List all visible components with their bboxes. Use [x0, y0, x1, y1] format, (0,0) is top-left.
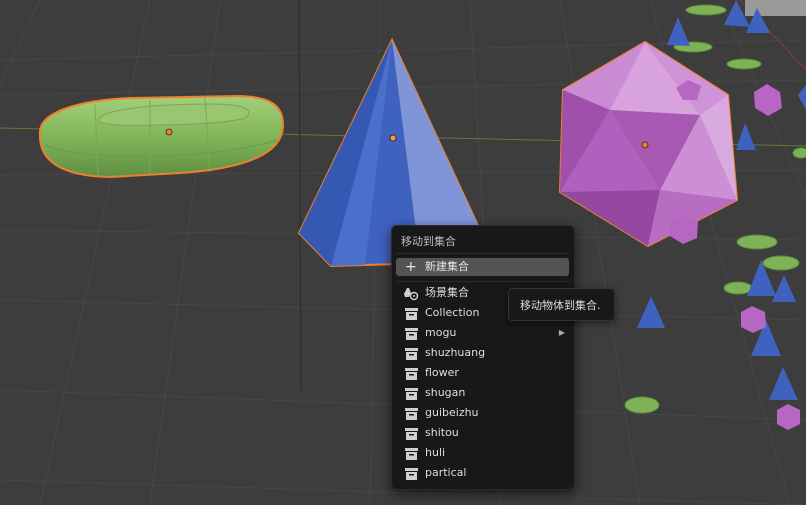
menu-item-shuzhuang[interactable]: shuzhuang: [396, 343, 569, 363]
menu-item-label: huli: [425, 446, 446, 459]
menu-item-label: mogu: [425, 326, 457, 339]
menu-item-label: 场景集合: [425, 286, 469, 299]
icosphere-object[interactable]: [558, 40, 739, 248]
collection-icon: [405, 328, 418, 340]
collection-icon: [405, 408, 418, 420]
menu-item-label: flower: [425, 366, 459, 379]
menu-item-label: partical: [425, 466, 467, 479]
menu-divider: [396, 253, 570, 254]
menu-item-shugan[interactable]: shugan: [396, 383, 569, 403]
menu-item-label: Collection: [425, 306, 480, 319]
collection-icon: [405, 468, 418, 480]
tooltip-text: 移动物体到集合.: [520, 299, 601, 312]
submenu-arrow-icon: ▶: [558, 328, 565, 337]
collection-icon: [405, 428, 418, 440]
menu-item-label: guibeizhu: [425, 406, 479, 419]
collection-icon: [405, 308, 418, 320]
menu-divider: [396, 281, 570, 282]
scene-collection-icon: [404, 288, 419, 301]
menu-item-label: shuzhuang: [425, 346, 486, 359]
menu-item-guibeizhu[interactable]: guibeizhu: [396, 403, 569, 423]
tooltip: 移动物体到集合.: [508, 288, 615, 321]
new-collection-item[interactable]: + 新建集合: [396, 258, 569, 276]
new-collection-label: 新建集合: [425, 260, 469, 273]
menu-item-label: shitou: [425, 426, 459, 439]
menu-title: 移动到集合: [401, 235, 456, 248]
move-to-collection-menu: 移动到集合 + 新建集合 场景集合 Collection mogu ▶ shuz…: [391, 225, 575, 490]
collection-icon: [405, 388, 418, 400]
z-axis-line: [298, 0, 302, 391]
menu-item-huli[interactable]: huli: [396, 443, 569, 463]
menu-item-partical[interactable]: partical: [396, 463, 569, 483]
collection-icon: [405, 348, 418, 360]
collection-icon: [405, 368, 418, 380]
menu-item-flower[interactable]: flower: [396, 363, 569, 383]
plus-icon: +: [405, 259, 417, 275]
collection-icon: [405, 448, 418, 460]
torus-object[interactable]: [38, 94, 285, 179]
menu-item-label: shugan: [425, 386, 466, 399]
menu-item-mogu[interactable]: mogu ▶: [396, 323, 569, 343]
menu-item-shitou[interactable]: shitou: [396, 423, 569, 443]
